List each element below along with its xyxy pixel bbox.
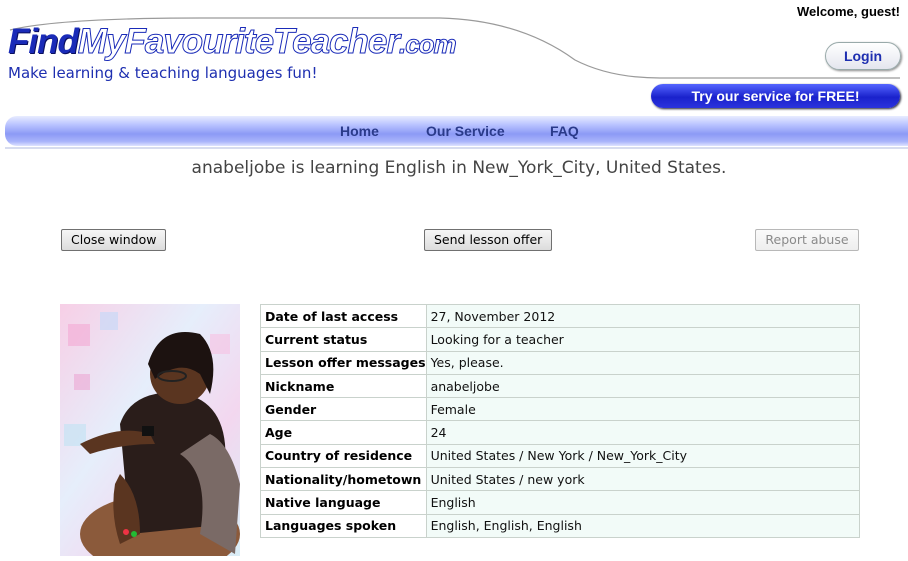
row-label: Gender <box>260 397 427 422</box>
logo-main-text: MyFavouriteTeacher <box>77 22 400 62</box>
table-row: Languages spoken English, English, Englis… <box>260 513 861 538</box>
row-label: Lesson offer messages <box>260 350 427 375</box>
table-row: Country of residence United States / New … <box>260 443 861 469</box>
page-title: anabeljobe is learning English in New_Yo… <box>191 158 727 178</box>
row-label: Date of last access <box>260 303 427 329</box>
site-tagline: Make learning & teaching languages fun! <box>8 64 318 82</box>
send-lesson-offer-button[interactable]: Send lesson offer <box>424 229 553 251</box>
profile-details-table: Date of last access 27, November 2012 Cur… <box>260 303 861 538</box>
logo-find-text: Find <box>8 22 79 61</box>
table-row: Current status Looking for a teacher <box>260 327 861 352</box>
welcome-message: Welcome, guest! <box>796 4 900 19</box>
nav-home[interactable]: Home <box>340 123 379 139</box>
row-value: United States / new york <box>425 467 861 492</box>
row-label: Nickname <box>260 373 427 399</box>
row-label: Native language <box>260 490 427 515</box>
site-logo[interactable]: FindMyFavouriteTeacher.com <box>8 22 457 64</box>
table-row: Nickname anabeljobe <box>260 373 861 399</box>
row-label: Country of residence <box>260 443 427 469</box>
row-value: 27, November 2012 <box>425 303 861 329</box>
table-row: Date of last access 27, November 2012 <box>260 303 861 329</box>
table-row: Age 24 <box>260 420 861 445</box>
row-label: Age <box>260 420 427 445</box>
row-value: anabeljobe <box>425 373 861 399</box>
table-row: Native language English <box>260 490 861 515</box>
row-label: Languages spoken <box>260 513 427 538</box>
table-row: Nationality/hometown United States / new … <box>260 467 861 492</box>
row-value: 24 <box>425 420 861 445</box>
photo-illustration <box>60 304 240 556</box>
row-value: Female <box>425 397 861 422</box>
row-value: Looking for a teacher <box>425 327 861 352</box>
nav-divider <box>5 147 908 149</box>
user-profile-photo <box>60 304 240 556</box>
nav-faq[interactable]: FAQ <box>550 123 579 139</box>
table-row: Lesson offer messages Yes, please. <box>260 350 861 375</box>
table-row: Gender Female <box>260 397 861 422</box>
row-value: United States / New York / New_York_City <box>425 443 861 469</box>
row-value: English <box>425 490 861 515</box>
report-abuse-button[interactable]: Report abuse <box>755 229 859 251</box>
nav-our-service[interactable]: Our Service <box>426 123 505 139</box>
close-window-button[interactable]: Close window <box>61 229 167 251</box>
logo-com-text: .com <box>398 29 457 60</box>
site-header: FindMyFavouriteTeacher.com Make learning… <box>0 0 908 112</box>
try-free-button[interactable]: Try our service for FREE! <box>651 84 900 108</box>
row-value: English, English, English <box>425 513 861 538</box>
row-label: Current status <box>260 327 427 352</box>
row-label: Nationality/hometown <box>260 467 427 492</box>
login-button[interactable]: Login <box>825 42 901 70</box>
row-value: Yes, please. <box>425 350 861 375</box>
